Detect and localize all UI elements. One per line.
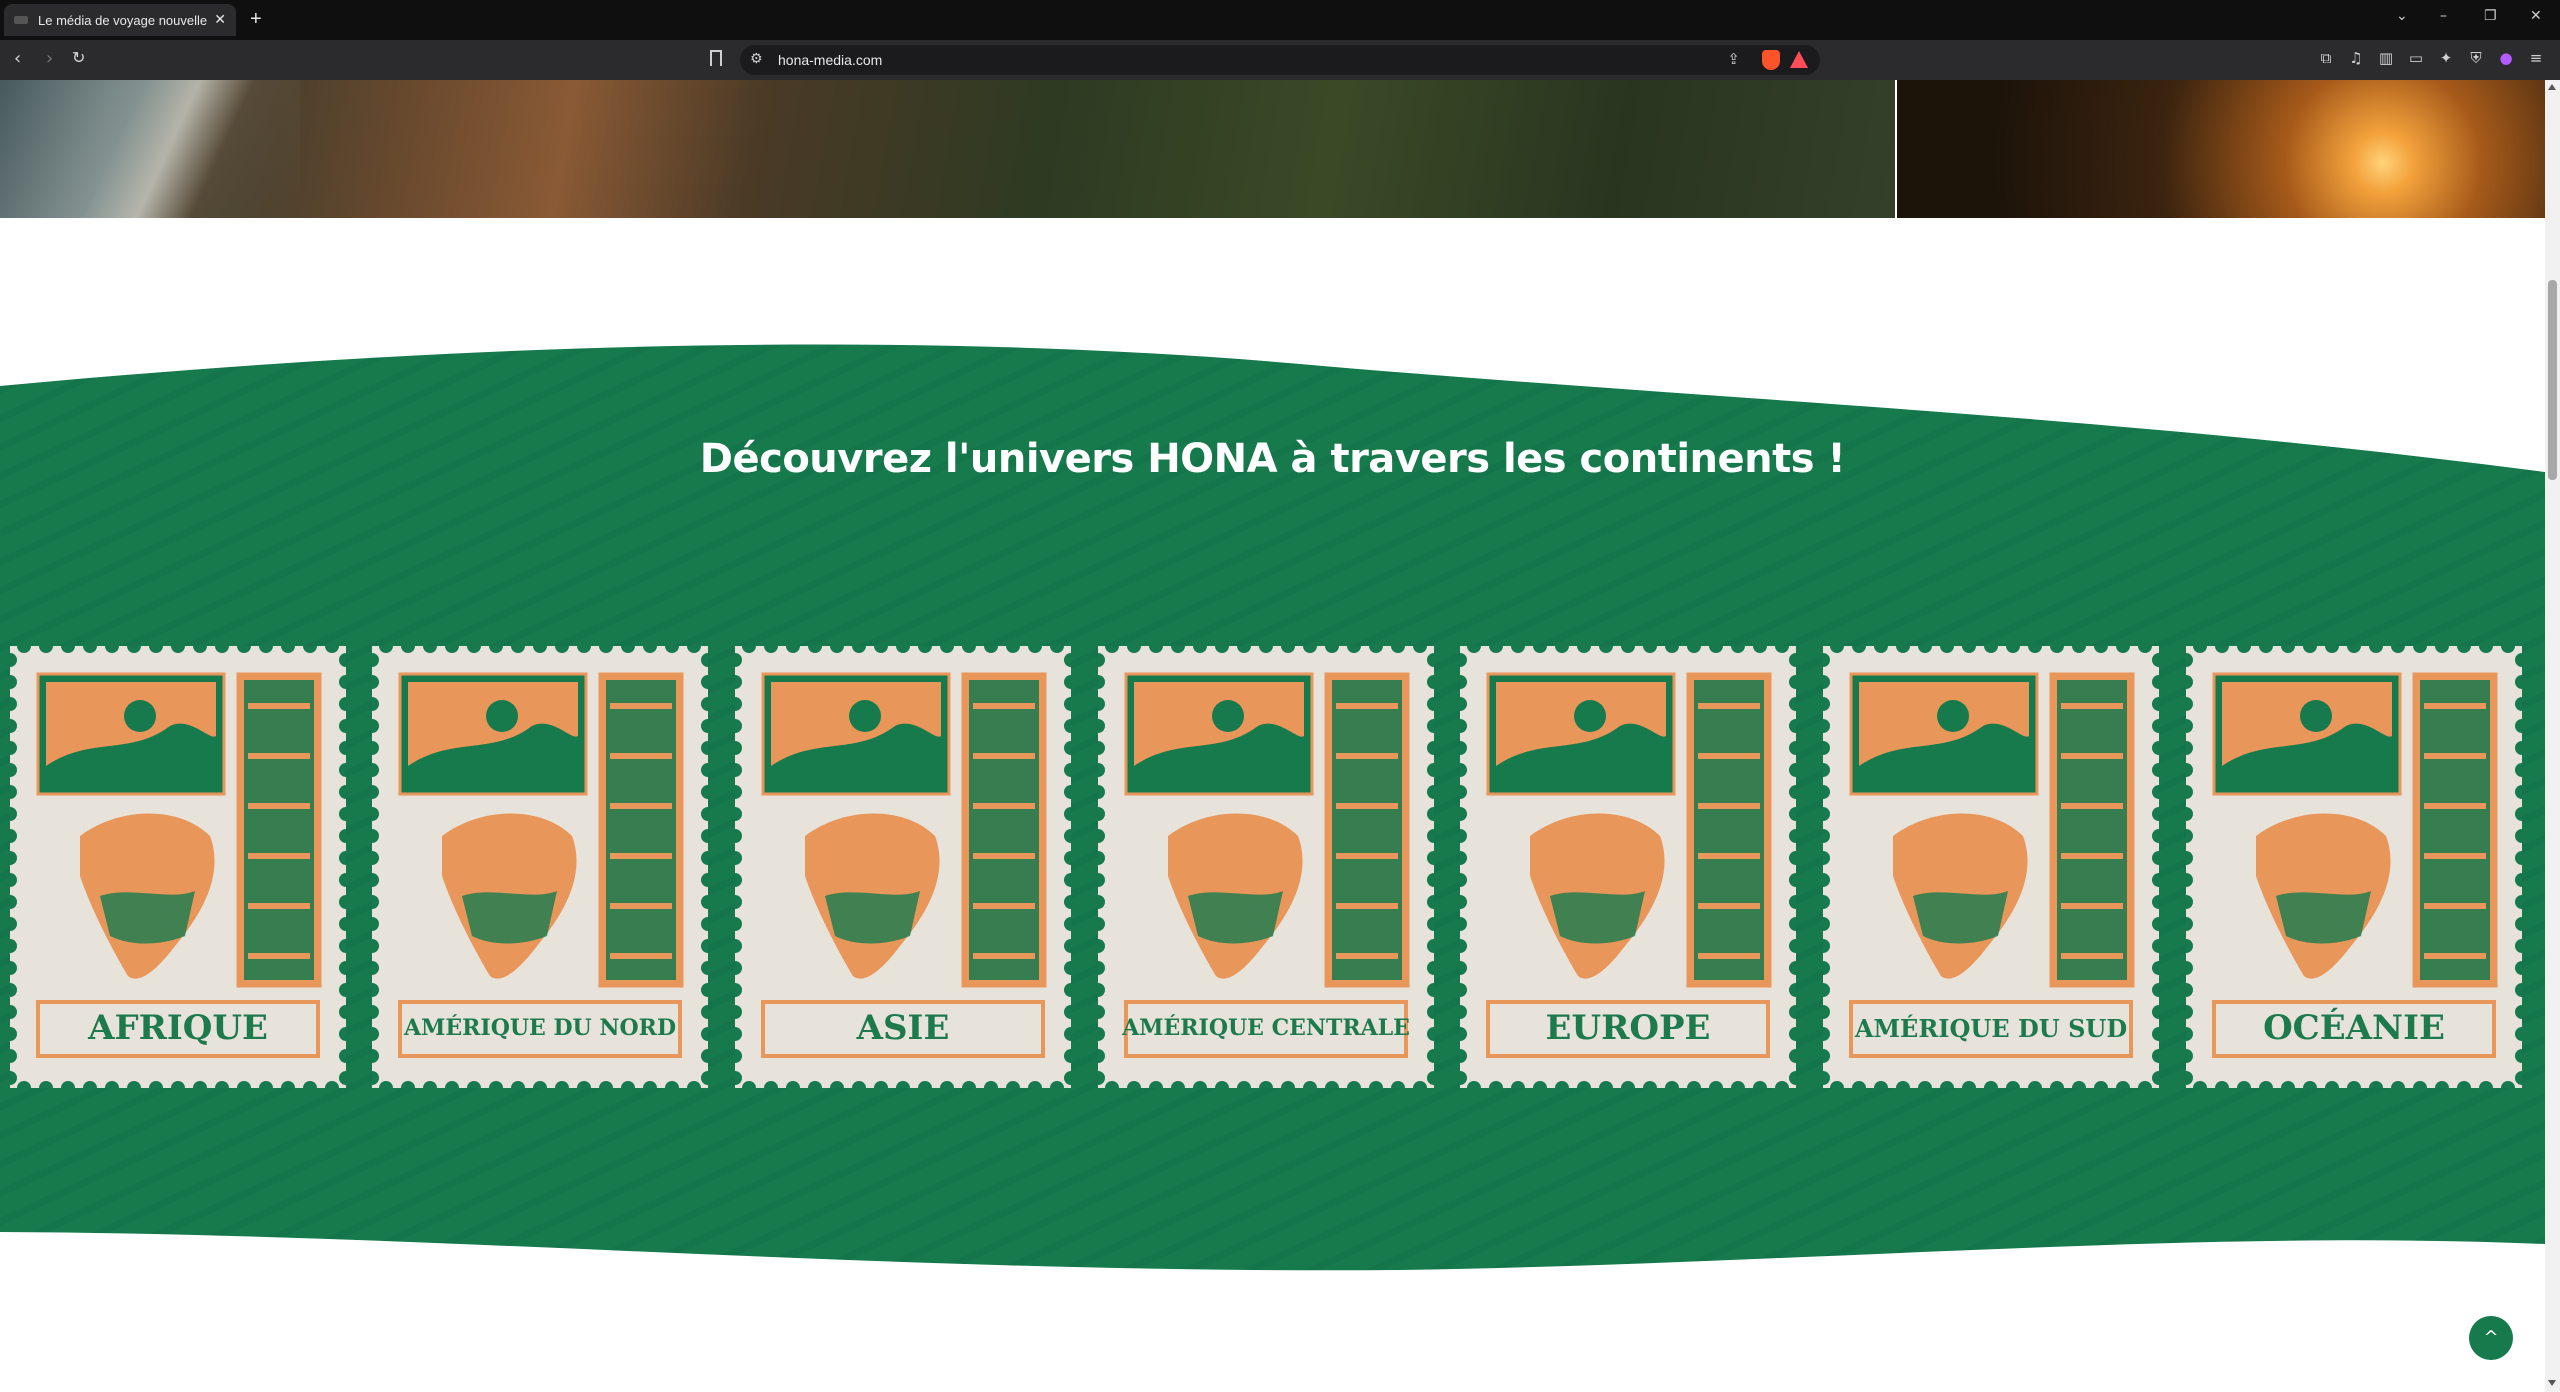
- scrollbar-thumb[interactable]: [2548, 280, 2557, 480]
- profile-icon[interactable]: ●: [2498, 50, 2514, 66]
- sidebar-icon[interactable]: ▥: [2378, 50, 2394, 66]
- minimize-button[interactable]: –: [2440, 8, 2447, 24]
- continent-stamp[interactable]: AFRIQUE: [10, 646, 346, 1088]
- tab-close-icon[interactable]: ✕: [214, 12, 226, 28]
- continent-stamp[interactable]: AMÉRIQUE CENTRALE: [1098, 646, 1434, 1088]
- continent-stamp[interactable]: ASIE: [735, 646, 1071, 1088]
- browser-toolbar: ‹ › ↻ ⚙ hona-media.com ⇪ ⧉ ♫ ▥ ▭ ✦ ⛨ ● ≡: [0, 40, 2560, 121]
- restore-button[interactable]: ❐: [2484, 8, 2497, 24]
- close-window-button[interactable]: ✕: [2530, 8, 2542, 24]
- continent-stamp[interactable]: EUROPE: [1460, 646, 1796, 1088]
- menu-icon[interactable]: ≡: [2528, 50, 2544, 66]
- continent-label: ASIE: [856, 1008, 950, 1048]
- forward-icon[interactable]: ›: [46, 48, 53, 69]
- hero-image-sunset-forest: [1897, 80, 2545, 218]
- scroll-to-top-button[interactable]: ^: [2469, 1316, 2513, 1360]
- tab-search-dropdown-icon[interactable]: ⌄: [2396, 8, 2408, 24]
- continent-label: AMÉRIQUE DU SUD: [1854, 1013, 2128, 1043]
- address-bar[interactable]: ⚙ hona-media.com ⇪: [740, 45, 1820, 75]
- new-tab-button[interactable]: +: [250, 8, 262, 31]
- continent-stamp[interactable]: AMÉRIQUE DU NORD: [372, 646, 708, 1088]
- continent-stamp[interactable]: OCÉANIE: [2186, 646, 2522, 1088]
- media-icon[interactable]: ♫: [2348, 50, 2364, 66]
- continent-label: AMÉRIQUE CENTRALE: [1122, 1015, 1410, 1041]
- page-scrollbar[interactable]: [2545, 80, 2560, 1392]
- wallet-icon[interactable]: ▭: [2408, 50, 2424, 66]
- back-icon[interactable]: ‹: [14, 48, 21, 69]
- extensions-icon[interactable]: ⧉: [2318, 50, 2334, 66]
- webpage: Découvrez l'univers HONA à travers les c…: [0, 80, 2545, 1392]
- url-text: hona-media.com: [778, 52, 883, 68]
- vpn-icon[interactable]: ⛨: [2468, 50, 2484, 66]
- continent-label: OCÉANIE: [2263, 1008, 2445, 1048]
- browser-tab[interactable]: Le média de voyage nouvelle g ✕: [4, 4, 236, 36]
- continent-label: AMÉRIQUE DU NORD: [403, 1015, 677, 1041]
- share-icon[interactable]: ⇪: [1727, 50, 1740, 68]
- continent-label: AFRIQUE: [88, 1008, 268, 1048]
- site-settings-icon[interactable]: ⚙: [750, 51, 763, 67]
- continent-label: EUROPE: [1545, 1008, 1711, 1048]
- leo-ai-icon[interactable]: ✦: [2438, 50, 2454, 66]
- tab-strip: Le média de voyage nouvelle g ✕ + ⌄ – ❐ …: [0, 0, 2560, 40]
- continent-stamp[interactable]: AMÉRIQUE DU SUD: [1823, 646, 2159, 1088]
- hero-image-coast: [0, 80, 1895, 218]
- continent-stamps: AFRIQUE AMÉRIQUE DU NORD ASIE AMÉRIQUE C…: [10, 646, 2530, 1088]
- tab-title: Le média de voyage nouvelle g: [38, 12, 209, 28]
- reload-icon[interactable]: ↻: [72, 48, 85, 67]
- bookmark-icon[interactable]: [710, 50, 722, 66]
- favicon-icon: [14, 16, 28, 24]
- brave-shields-icon[interactable]: [1762, 50, 1780, 70]
- section-heading: Découvrez l'univers HONA à travers les c…: [699, 436, 1846, 482]
- brave-rewards-icon[interactable]: [1790, 51, 1808, 68]
